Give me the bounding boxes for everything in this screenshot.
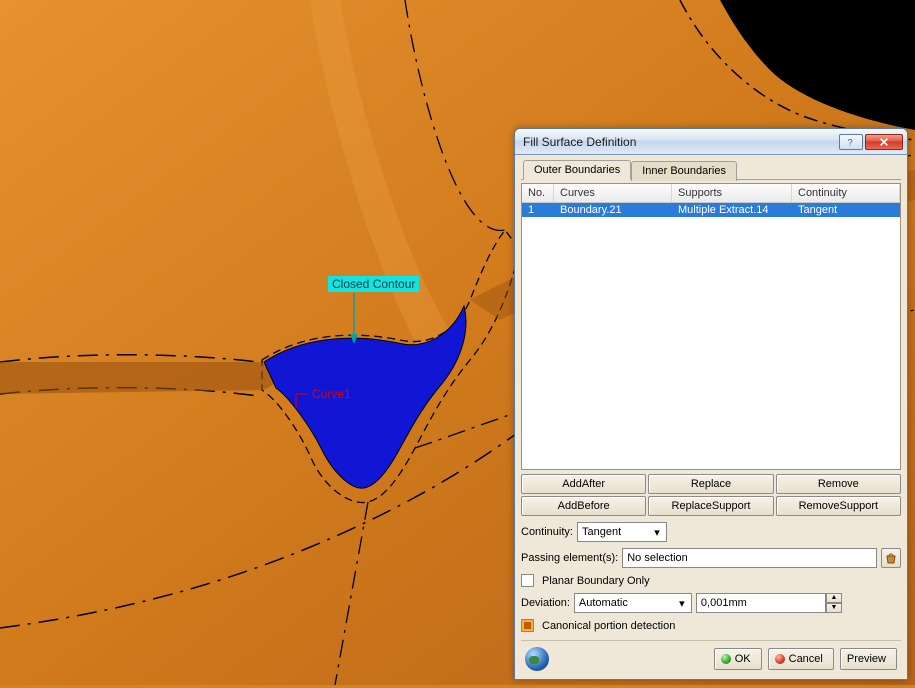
passing-elements-bag-button[interactable] bbox=[881, 548, 901, 568]
passing-elements-label: Passing element(s): bbox=[521, 552, 618, 564]
continuity-combo[interactable]: Tangent ▾ bbox=[577, 522, 667, 542]
continuity-label: Continuity: bbox=[521, 526, 573, 538]
tab-outer-boundaries[interactable]: Outer Boundaries bbox=[523, 160, 631, 180]
closed-contour-label: Closed Contour bbox=[328, 276, 419, 292]
table-header: No. Curves Supports Continuity bbox=[522, 184, 900, 203]
col-header-no[interactable]: No. bbox=[522, 184, 554, 202]
ok-dot-icon bbox=[721, 654, 731, 664]
planar-boundary-checkbox[interactable] bbox=[521, 574, 534, 587]
deviation-mode-combo[interactable]: Automatic ▾ bbox=[574, 593, 692, 613]
help-button[interactable]: ? bbox=[839, 134, 863, 150]
chevron-down-icon: ▾ bbox=[650, 526, 664, 539]
remove-button[interactable]: Remove bbox=[776, 474, 901, 494]
table-row[interactable]: 1 Boundary.21 Multiple Extract.14 Tangen… bbox=[522, 203, 900, 217]
col-header-continuity[interactable]: Continuity bbox=[792, 184, 900, 202]
canonical-detection-checkbox[interactable] bbox=[521, 619, 534, 632]
fill-surface-definition-dialog: Fill Surface Definition ? Outer Boundari… bbox=[514, 128, 908, 680]
cancel-button[interactable]: Cancel bbox=[768, 648, 834, 670]
replace-button[interactable]: Replace bbox=[648, 474, 773, 494]
add-before-button[interactable]: AddBefore bbox=[521, 496, 646, 516]
deviation-label: Deviation: bbox=[521, 597, 570, 609]
col-header-supports[interactable]: Supports bbox=[672, 184, 792, 202]
replace-support-button[interactable]: ReplaceSupport bbox=[648, 496, 773, 516]
deviation-value-spinner[interactable]: 0,001mm ▲ ▼ bbox=[696, 593, 842, 613]
ok-button[interactable]: OK bbox=[714, 648, 762, 670]
close-button[interactable] bbox=[865, 134, 903, 150]
add-after-button[interactable]: AddAfter bbox=[521, 474, 646, 494]
tab-inner-boundaries[interactable]: Inner Boundaries bbox=[631, 161, 737, 181]
dialog-title: Fill Surface Definition bbox=[523, 135, 839, 149]
spin-up-icon[interactable]: ▲ bbox=[826, 593, 842, 603]
col-header-curves[interactable]: Curves bbox=[554, 184, 672, 202]
remove-support-button[interactable]: RemoveSupport bbox=[776, 496, 901, 516]
tab-strip: Outer Boundaries Inner Boundaries bbox=[521, 159, 901, 180]
svg-text:?: ? bbox=[848, 137, 853, 147]
spin-down-icon[interactable]: ▼ bbox=[826, 603, 842, 613]
cancel-dot-icon bbox=[775, 654, 785, 664]
preview-button[interactable]: Preview bbox=[840, 648, 897, 670]
globe-icon bbox=[525, 647, 549, 671]
canonical-detection-label: Canonical portion detection bbox=[542, 620, 675, 632]
boundaries-list[interactable]: No. Curves Supports Continuity 1 Boundar… bbox=[521, 183, 901, 470]
planar-boundary-label: Planar Boundary Only bbox=[542, 575, 650, 587]
chevron-down-icon: ▾ bbox=[675, 597, 689, 610]
curve1-label: Curve1 bbox=[308, 386, 355, 402]
dialog-titlebar[interactable]: Fill Surface Definition ? bbox=[515, 129, 907, 155]
passing-elements-field[interactable]: No selection bbox=[622, 548, 877, 568]
